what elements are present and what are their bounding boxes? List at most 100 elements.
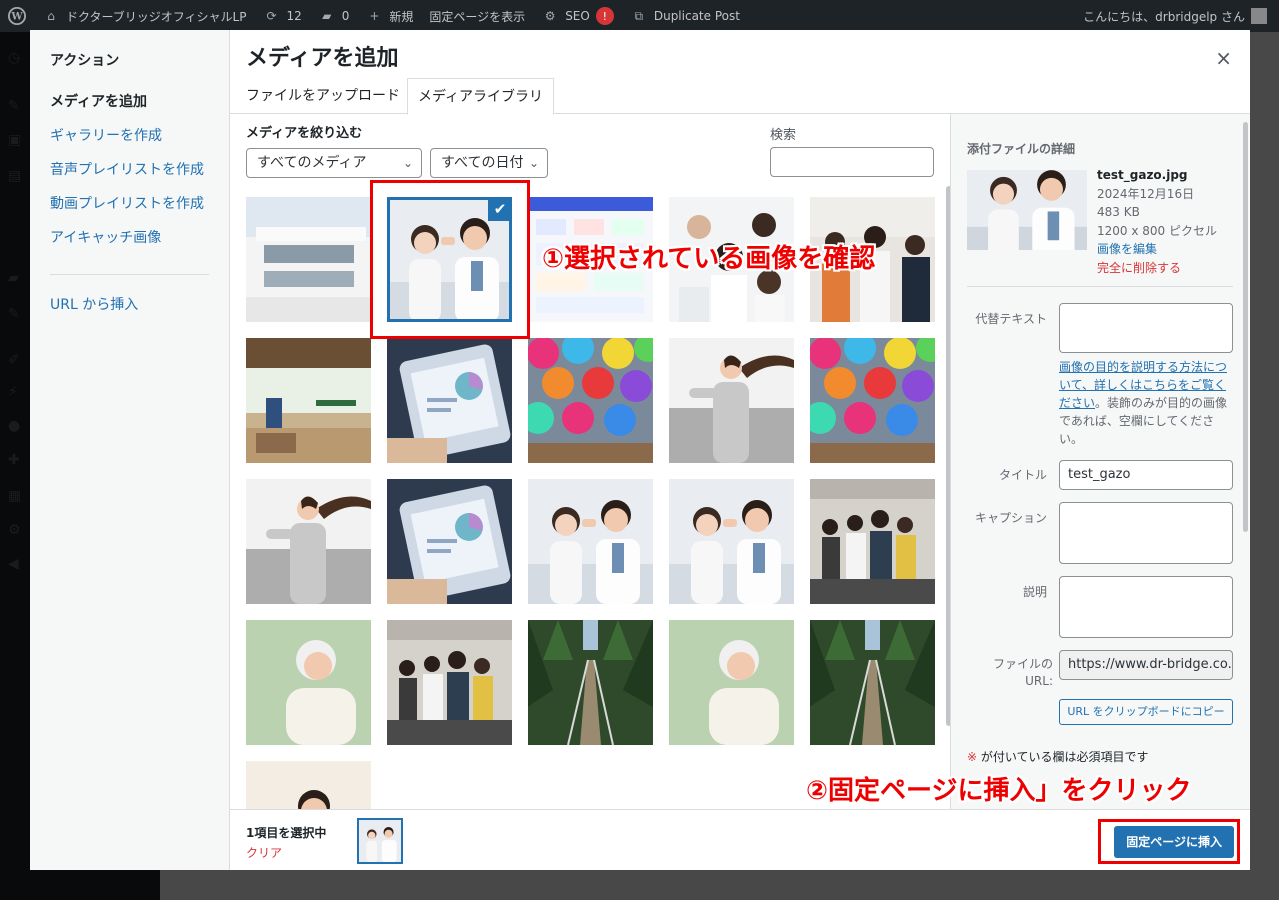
- doctor-girl-image: [669, 479, 794, 604]
- alt-text-help: 画像の目的を説明する方法について、詳しくはこちらをご覧ください。装飾のみが目的の…: [1059, 358, 1234, 448]
- attachment-date: 2024年12月16日: [1097, 186, 1195, 201]
- attachment-thumbnail[interactable]: [810, 620, 935, 745]
- woman-running-image: [246, 479, 371, 604]
- greeting: こんにちは、drbridgelp さん: [1083, 9, 1245, 24]
- chevron-down-icon: ⌄: [402, 156, 413, 170]
- attachment-thumbnail[interactable]: [246, 338, 371, 463]
- tablet-image: [387, 338, 512, 463]
- doctor-girl-image: [359, 820, 401, 862]
- attachments-grid: ✔: [246, 197, 946, 809]
- search-label: 検索: [770, 128, 797, 143]
- view-page-label: 固定ページを表示: [429, 9, 526, 24]
- filter-label: メディアを絞り込む: [246, 126, 363, 141]
- required-note: ※ が付いている欄は必須項目です: [967, 748, 1149, 765]
- plus-icon: +: [369, 9, 380, 23]
- attachment-thumbnail[interactable]: [528, 620, 653, 745]
- description-field[interactable]: [1059, 576, 1233, 638]
- building-image: [246, 197, 371, 322]
- date-select[interactable]: すべての日付 ⌄: [430, 148, 548, 178]
- annotation-step2: ②固定ページに挿入」をクリック: [806, 776, 1192, 806]
- edit-image-link[interactable]: 画像を編集: [1097, 240, 1217, 259]
- comments-count: 0: [341, 9, 350, 23]
- account-menu[interactable]: こんにちは、drbridgelp さん: [1083, 8, 1279, 25]
- media-type-value: すべてのメディア: [257, 155, 367, 171]
- media-type-select[interactable]: すべてのメディア ⌄: [246, 148, 422, 178]
- doctor-girl-image: [528, 479, 653, 604]
- attachment-thumbnail[interactable]: [387, 338, 512, 463]
- attachment-thumbnail[interactable]: [669, 479, 794, 604]
- woman-running-image: [669, 338, 794, 463]
- description-label: 説明: [1022, 585, 1047, 599]
- doctor-girl-image: [967, 170, 1087, 250]
- annotation-selected-image-box: [370, 180, 530, 339]
- new-content-link[interactable]: + 新規: [357, 0, 421, 32]
- group-office-image: [810, 479, 935, 604]
- comment-icon: ▰: [322, 9, 332, 23]
- man-smiling-image: [246, 761, 371, 809]
- attachment-thumbnail[interactable]: [246, 761, 371, 809]
- duplicate-post-link[interactable]: ⧉ Duplicate Post: [622, 0, 748, 32]
- menu-item-add-media[interactable]: メディアを追加: [50, 92, 209, 126]
- alt-text-field[interactable]: [1059, 303, 1233, 353]
- attachment-thumbnail[interactable]: [246, 197, 371, 322]
- menu-item-insert-from-url[interactable]: URL から挿入: [50, 295, 209, 329]
- attachment-thumbnail[interactable]: [810, 338, 935, 463]
- clear-selection-link[interactable]: クリア: [246, 844, 282, 861]
- new-label: 新規: [389, 9, 414, 24]
- menu-item-audio-playlist[interactable]: 音声プレイリストを作成: [50, 160, 209, 194]
- attachment-filename: test_gazo.jpg: [1097, 168, 1188, 182]
- search-input[interactable]: [770, 147, 934, 177]
- tab-upload-files[interactable]: ファイルをアップロード: [236, 78, 410, 114]
- comments-link[interactable]: ▰ 0: [310, 0, 358, 32]
- selection-count: 1項目を選択中: [246, 826, 327, 840]
- attachment-thumbnail[interactable]: [528, 338, 653, 463]
- seo-notice-badge: !: [595, 7, 614, 25]
- attachment-thumbnail[interactable]: [528, 479, 653, 604]
- required-star: ※: [967, 750, 978, 764]
- elderly-woman-image: [669, 620, 794, 745]
- caption-field[interactable]: [1059, 502, 1233, 564]
- duplicate-label: Duplicate Post: [653, 9, 740, 23]
- attachment-meta: test_gazo.jpg 2024年12月16日 483 KB 1200 x …: [1097, 166, 1217, 277]
- menu-separator: [50, 274, 209, 275]
- details-divider: [967, 286, 1233, 287]
- tab-media-library[interactable]: メディアライブラリ: [407, 78, 555, 115]
- attachment-thumbnail[interactable]: [669, 338, 794, 463]
- caption-label: キャプション: [974, 511, 1047, 525]
- attachment-thumbnail[interactable]: [246, 479, 371, 604]
- menu-item-featured-image[interactable]: アイキャッチ画像: [50, 228, 209, 262]
- umbrellas-image: [528, 338, 653, 463]
- media-menu: アクション メディアを追加 ギャラリーを作成 音声プレイリストを作成 動画プレイ…: [30, 30, 230, 870]
- media-modal: アクション メディアを追加 ギャラリーを作成 音声プレイリストを作成 動画プレイ…: [30, 30, 1250, 870]
- selection-thumbnail[interactable]: [357, 818, 403, 864]
- attachment-thumbnail[interactable]: [387, 479, 512, 604]
- home-icon: ⌂: [47, 9, 55, 23]
- attachment-thumbnail[interactable]: [669, 620, 794, 745]
- annotation-step1: ①選択されている画像を確認: [542, 244, 876, 274]
- menu-item-video-playlist[interactable]: 動画プレイリストを作成: [50, 194, 209, 228]
- attachment-thumbnail[interactable]: [387, 620, 512, 745]
- attachment-preview-image: [967, 170, 1087, 250]
- file-url-field[interactable]: https://www.dr-bridge.co.: [1059, 650, 1233, 680]
- sidebar-scrollbar[interactable]: [1243, 122, 1248, 532]
- title-field[interactable]: test_gazo: [1059, 460, 1233, 490]
- delete-permanently-link[interactable]: 完全に削除する: [1097, 259, 1217, 278]
- seo-menu[interactable]: ⚙ SEO !: [533, 0, 622, 32]
- updates-link[interactable]: ⟳ 12: [254, 0, 309, 32]
- close-icon[interactable]: ×: [1215, 46, 1232, 70]
- attachment-thumbnail[interactable]: [810, 479, 935, 604]
- avatar: [1251, 8, 1267, 24]
- refresh-icon: ⟳: [266, 9, 277, 23]
- menu-item-create-gallery[interactable]: ギャラリーを作成: [50, 126, 209, 160]
- seo-label: SEO: [565, 9, 590, 23]
- copy-url-button[interactable]: URL をクリップボードにコピー: [1059, 699, 1233, 725]
- wordpress-logo-icon[interactable]: W: [0, 0, 34, 32]
- attachment-thumbnail[interactable]: [246, 620, 371, 745]
- date-value: すべての日付: [441, 155, 524, 171]
- office-lounge-image: [246, 338, 371, 463]
- site-name-link[interactable]: ⌂ ドクターブリッジオフィシャルLP: [34, 0, 254, 32]
- view-page-link[interactable]: 固定ページを表示: [421, 0, 533, 32]
- elderly-woman-image: [246, 620, 371, 745]
- bridge-forest-image: [528, 620, 653, 745]
- file-url-label: ファイルの URL:: [992, 657, 1053, 688]
